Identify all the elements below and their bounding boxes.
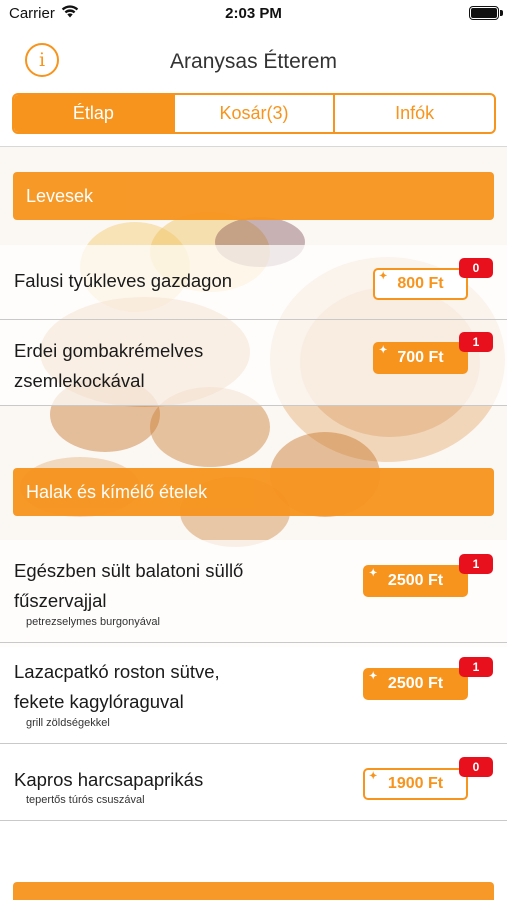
menu-item[interactable]: Falusi tyúkleves gazdagon ✦ 800 Ft 0 bbox=[0, 245, 507, 320]
price-label: 1900 Ft bbox=[387, 775, 444, 792]
price-label: 2500 Ft bbox=[387, 675, 444, 692]
item-name-line2: fekete kagylóraguval bbox=[14, 691, 184, 712]
price-button[interactable]: ✦ 800 Ft bbox=[373, 268, 468, 300]
sparkle-icon: ✦ bbox=[369, 771, 378, 782]
menu-item[interactable]: Erdei gombakrémelves zsemlekockával ✦ 70… bbox=[0, 320, 507, 406]
item-name: Falusi tyúkleves gazdagon bbox=[14, 270, 233, 291]
section-header-halak: Halak és kímélő ételek bbox=[13, 468, 494, 516]
quantity-badge: 0 bbox=[459, 258, 493, 278]
menu-item[interactable]: Egészben sült balatoni süllő fűszervajja… bbox=[0, 540, 507, 643]
item-name-line2: fűszervajjal bbox=[14, 590, 107, 611]
price-button[interactable]: ✦ 1900 Ft bbox=[363, 768, 468, 800]
quantity-badge: 1 bbox=[459, 657, 493, 677]
item-name: Erdei gombakrémelves bbox=[14, 340, 204, 361]
page-title: Aranysas Étterem bbox=[170, 50, 337, 73]
price-button[interactable]: ✦ 2500 Ft bbox=[363, 565, 468, 597]
quantity-badge: 1 bbox=[459, 554, 493, 574]
item-name: Kapros harcsapaprikás bbox=[14, 769, 204, 790]
item-subtitle: tepertős túrós csuszával bbox=[26, 794, 145, 806]
price-label: 800 Ft bbox=[397, 275, 444, 292]
price-button[interactable]: ✦ 2500 Ft bbox=[363, 668, 468, 700]
battery-icon bbox=[469, 6, 503, 20]
item-name-line2: zsemlekockával bbox=[14, 370, 145, 391]
status-bar: Carrier 2:03 PM bbox=[0, 0, 507, 28]
tab-infok[interactable]: Infók bbox=[335, 95, 494, 132]
sparkle-icon: ✦ bbox=[369, 568, 378, 579]
nav-header: i Aranysas Étterem bbox=[0, 28, 507, 88]
quantity-badge: 1 bbox=[459, 332, 493, 352]
price-button[interactable]: ✦ 700 Ft bbox=[373, 342, 468, 374]
header-divider bbox=[0, 146, 507, 147]
item-subtitle: grill zöldségekkel bbox=[26, 717, 110, 729]
price-label: 700 Ft bbox=[397, 349, 444, 366]
quantity-badge: 0 bbox=[459, 757, 493, 777]
sparkle-icon: ✦ bbox=[369, 671, 378, 682]
section-header-next bbox=[13, 882, 494, 900]
item-name: Egészben sült balatoni süllő bbox=[14, 560, 244, 581]
tab-kosar[interactable]: Kosár(3) bbox=[175, 95, 336, 132]
menu-item[interactable]: Lazacpatkó roston sütve, fekete kagylóra… bbox=[0, 643, 507, 744]
tab-etlap[interactable]: Étlap bbox=[14, 95, 175, 132]
item-name: Lazacpatkó roston sütve, bbox=[14, 661, 220, 682]
price-label: 2500 Ft bbox=[387, 572, 444, 589]
sparkle-icon: ✦ bbox=[379, 345, 388, 356]
section-header-levesek: Levesek bbox=[13, 172, 494, 220]
menu-item[interactable]: Kapros harcsapaprikás tepertős túrós csu… bbox=[0, 744, 507, 821]
tab-bar: Étlap Kosár(3) Infók bbox=[12, 93, 496, 134]
menu-list[interactable]: Levesek Falusi tyúkleves gazdagon ✦ 800 … bbox=[0, 147, 507, 900]
sparkle-icon: ✦ bbox=[379, 271, 388, 282]
status-time: 2:03 PM bbox=[225, 5, 282, 22]
item-subtitle: petrezselymes burgonyával bbox=[26, 616, 160, 628]
